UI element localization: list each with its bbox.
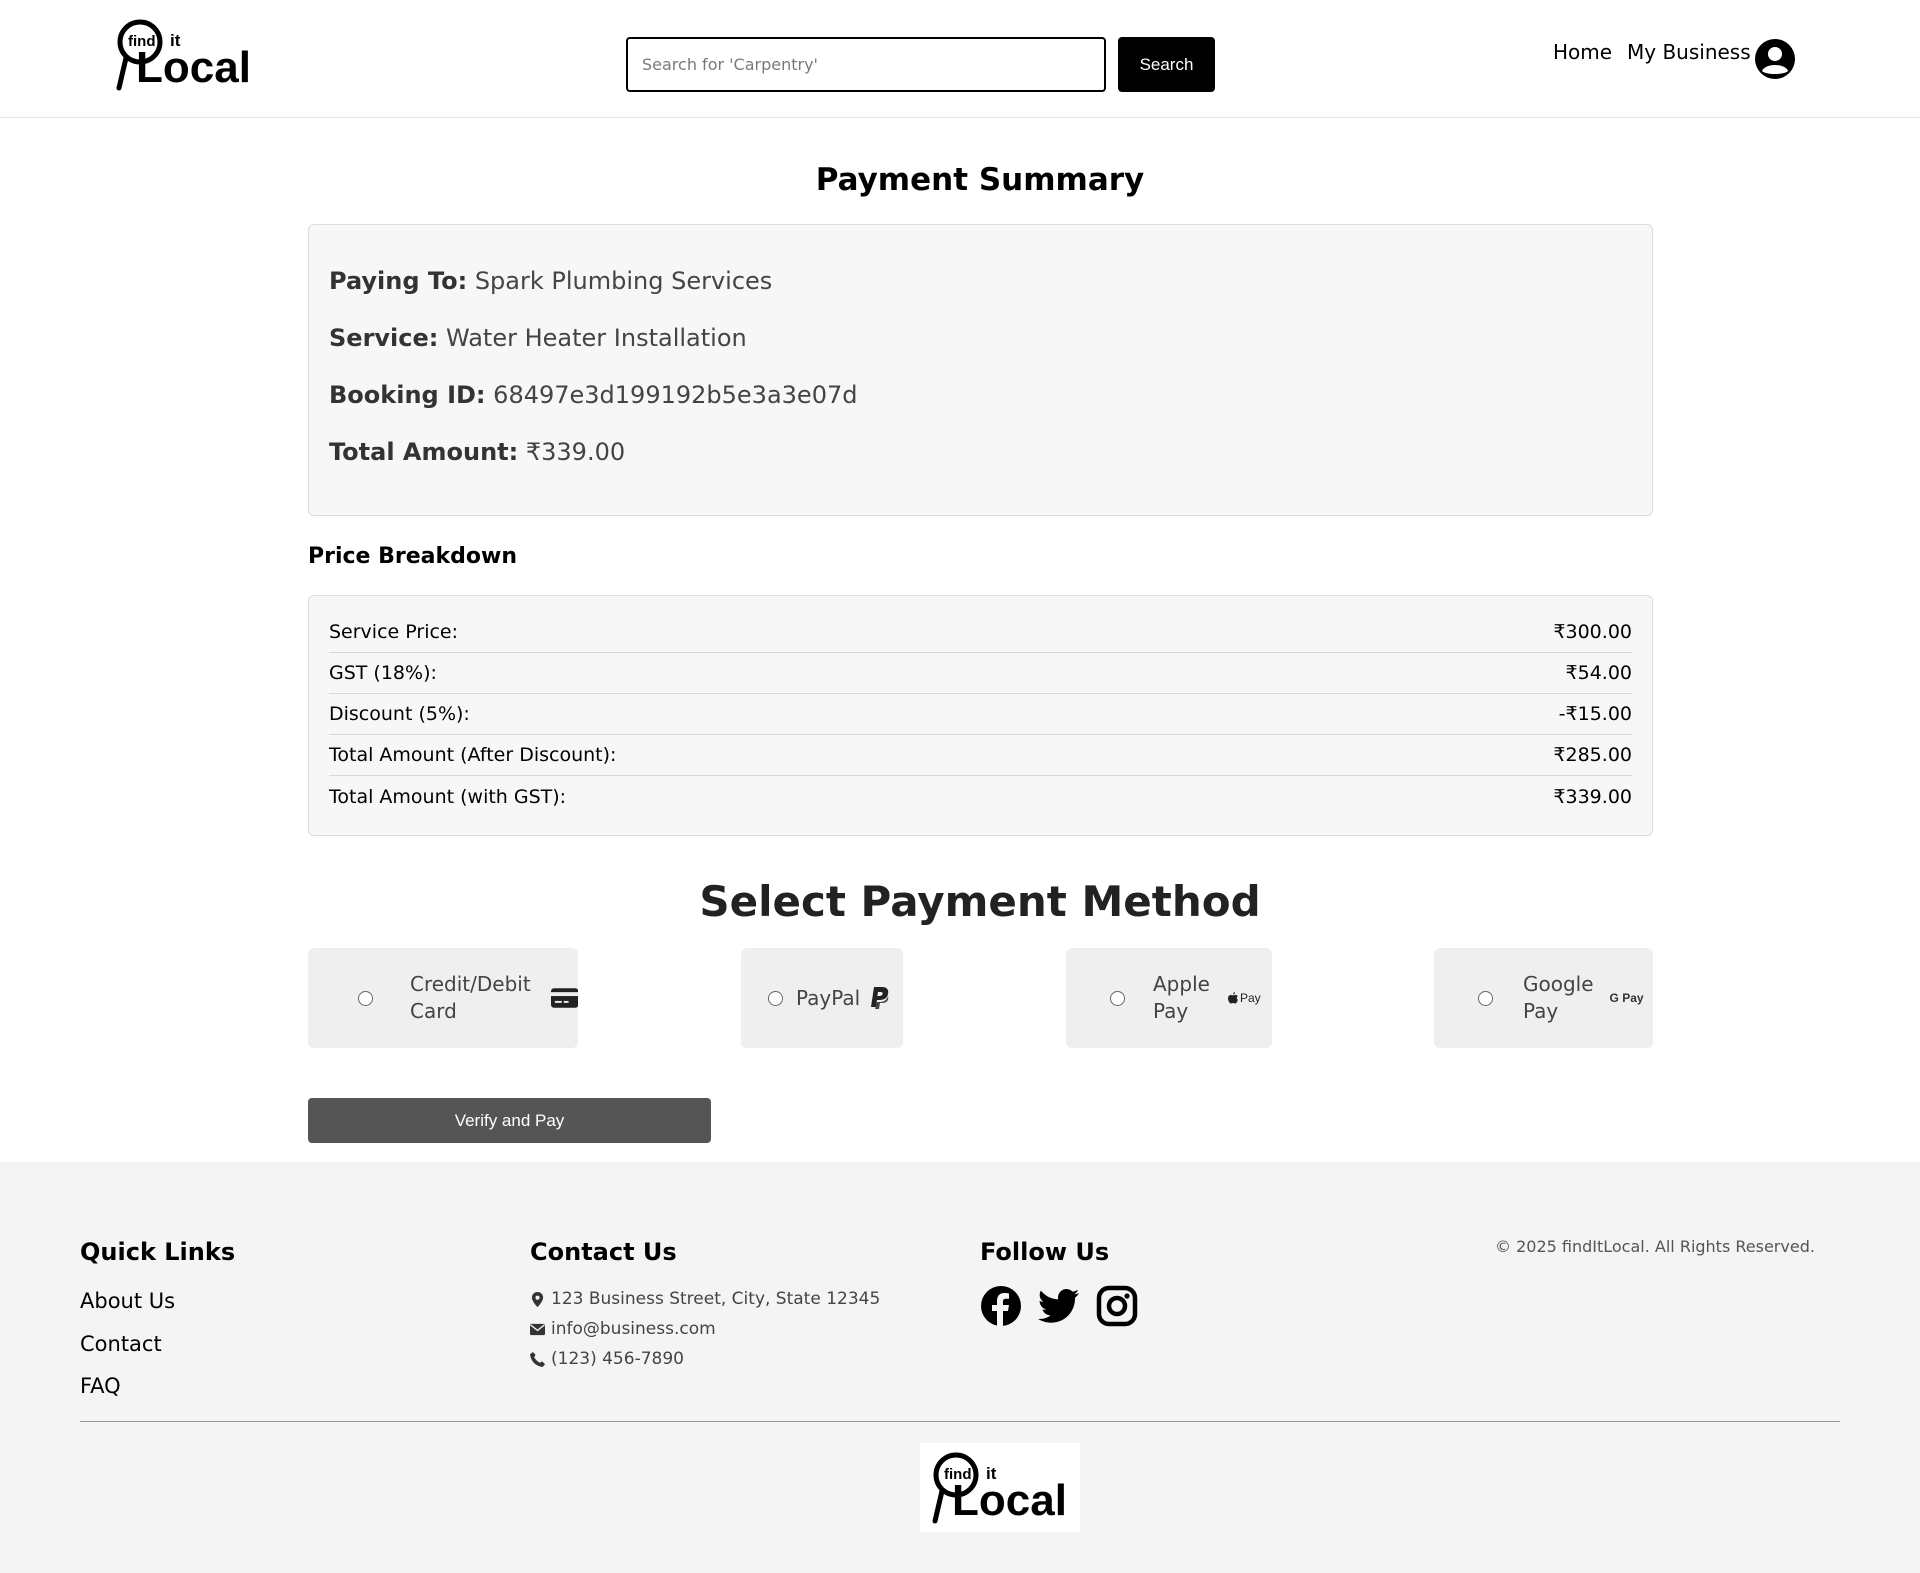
instagram-icon[interactable] (1096, 1285, 1138, 1327)
price-breakdown-title: Price Breakdown (308, 544, 517, 569)
main-content: Payment Summary Paying To: Spark Plumbin… (0, 119, 1920, 1161)
contact-phone: (123) 456-7890 (530, 1349, 684, 1369)
footer-link-about-us[interactable]: About Us (80, 1289, 175, 1313)
map-marker-icon (531, 1291, 544, 1307)
breakdown-row: Total Amount (After Discount): ₹285.00 (329, 735, 1632, 776)
search-bar: Search (626, 37, 1215, 92)
quick-links-title: Quick Links (80, 1238, 236, 1266)
google-pay-icon: G Pay (1609, 991, 1644, 1005)
summary-booking-value: 68497e3d199192b5e3a3e07d (493, 381, 858, 409)
footer-divider (80, 1421, 1840, 1422)
summary-service-value: Water Heater Installation (446, 324, 747, 352)
verify-and-pay-button[interactable]: Verify and Pay (308, 1098, 711, 1143)
twitter-icon[interactable] (1038, 1285, 1080, 1327)
user-circle-icon[interactable] (1754, 38, 1796, 80)
breakdown-row: Service Price: ₹300.00 (329, 612, 1632, 653)
search-input[interactable] (626, 37, 1106, 92)
label-line2: Pay (1523, 999, 1559, 1023)
breakdown-row: GST (18%): ₹54.00 (329, 653, 1632, 694)
breakdown-label: Total Amount (After Discount): (329, 744, 617, 766)
summary-paying-to: Paying To: Spark Plumbing Services (329, 267, 1632, 297)
envelope-icon (530, 1323, 545, 1335)
price-breakdown-card: Service Price: ₹300.00 GST (18%): ₹54.00… (308, 595, 1653, 836)
label-line1: Credit/Debit (410, 972, 531, 996)
breakdown-label: GST (18%): (329, 662, 437, 684)
contact-phone-text[interactable]: (123) 456-7890 (551, 1349, 684, 1369)
payment-option-label: Apple Pay (1153, 971, 1210, 1025)
site-header: find it Local Search Home My Business (0, 0, 1920, 118)
page-title: Payment Summary (815, 162, 1145, 198)
svg-text:Local: Local (136, 43, 251, 92)
summary-service-label: Service: (329, 324, 439, 352)
nav-link-home[interactable]: Home (1553, 40, 1612, 64)
radio-apple-pay[interactable] (1110, 990, 1125, 1006)
footer-finditlocal-logo[interactable]: find it Local (932, 1449, 1072, 1525)
summary-total: Total Amount: ₹339.00 (329, 438, 1632, 468)
contact-email-text[interactable]: info@business.com (551, 1319, 716, 1339)
breakdown-value: ₹285.00 (1553, 744, 1632, 766)
summary-service: Service: Water Heater Installation (329, 324, 1632, 354)
label-line2: Card (410, 999, 457, 1023)
breakdown-label: Total Amount (with GST): (329, 785, 567, 808)
summary-paying-to-value: Spark Plumbing Services (474, 267, 773, 295)
payment-option-google-pay[interactable]: Google Pay G Pay (1434, 948, 1653, 1048)
summary-booking-id: Booking ID: 68497e3d199192b5e3a3e07d (329, 381, 1632, 411)
paypal-icon (871, 987, 889, 1009)
radio-credit-card[interactable] (358, 990, 373, 1006)
finditlocal-logo[interactable]: find it Local (116, 16, 256, 92)
breakdown-value: ₹54.00 (1565, 662, 1632, 684)
payment-option-card[interactable]: Credit/Debit Card (308, 948, 578, 1048)
breakdown-row: Total Amount (with GST): ₹339.00 (329, 776, 1632, 817)
payment-method-title: Select Payment Method (699, 877, 1261, 926)
copyright-text: © 2025 findItLocal. All Rights Reserved. (1495, 1237, 1815, 1256)
facebook-icon[interactable] (980, 1285, 1022, 1327)
phone-icon (530, 1351, 545, 1367)
footer-logo-box: find it Local (920, 1443, 1080, 1532)
nav-home: Home (1553, 40, 1612, 64)
contact-email: info@business.com (530, 1319, 716, 1339)
payment-option-apple-pay[interactable]: Apple Pay Pay (1066, 948, 1272, 1048)
nav-link-my-business[interactable]: My Business (1627, 40, 1751, 64)
breakdown-row: Discount (5%): -₹15.00 (329, 694, 1632, 735)
payment-option-paypal[interactable]: PayPal (741, 948, 903, 1048)
contact-address-text: 123 Business Street, City, State 12345 (551, 1289, 881, 1309)
footer-link-contact[interactable]: Contact (80, 1332, 162, 1356)
breakdown-value: ₹339.00 (1553, 785, 1632, 808)
payment-summary-card: Paying To: Spark Plumbing Services Servi… (308, 224, 1653, 516)
breakdown-value: ₹300.00 (1553, 621, 1632, 643)
apple-logo-icon (1227, 992, 1238, 1004)
follow-us-title: Follow Us (980, 1238, 1110, 1266)
payment-option-label: Credit/Debit Card (410, 971, 531, 1025)
radio-google-pay[interactable] (1478, 990, 1493, 1006)
credit-card-icon (550, 988, 578, 1008)
search-button[interactable]: Search (1118, 37, 1215, 92)
summary-total-value: ₹339.00 (525, 438, 626, 466)
summary-booking-label: Booking ID: (329, 381, 486, 409)
label-line2: Pay (1153, 999, 1189, 1023)
breakdown-label: Service Price: (329, 621, 459, 643)
svg-text:Local: Local (952, 1476, 1067, 1525)
breakdown-value: -₹15.00 (1558, 703, 1632, 725)
contact-address: 123 Business Street, City, State 12345 (530, 1289, 880, 1309)
breakdown-label: Discount (5%): (329, 703, 470, 725)
contact-us-title: Contact Us (530, 1238, 677, 1266)
label-line1: Apple (1153, 972, 1210, 996)
summary-paying-to-label: Paying To: (329, 267, 468, 295)
payment-option-label: Google Pay (1523, 971, 1594, 1025)
apple-pay-icon: Pay (1227, 991, 1261, 1005)
payment-option-label: PayPal (796, 985, 861, 1010)
nav-business: My Business (1627, 40, 1751, 64)
apple-pay-icon-text: Pay (1239, 991, 1261, 1005)
radio-paypal[interactable] (768, 990, 783, 1006)
summary-total-label: Total Amount: (329, 438, 519, 466)
footer-link-faq[interactable]: FAQ (80, 1374, 121, 1398)
label-line1: Google (1523, 972, 1594, 996)
